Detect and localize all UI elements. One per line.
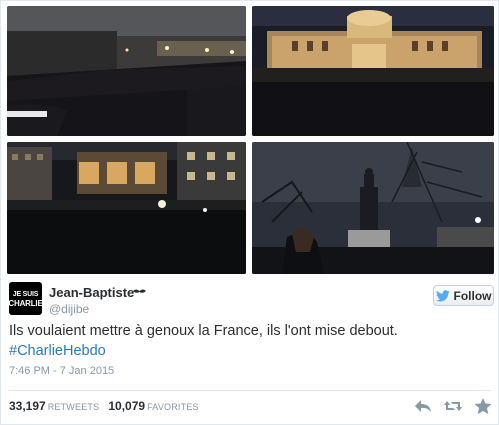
star-icon — [474, 398, 492, 414]
tweet-stats: 33,197 RETWEETS 10,079 FAVORITES — [9, 399, 199, 413]
tweet-header: JE SUIS CHARLIE Jean-Baptiste @dijibe Fo… — [8, 282, 494, 318]
twitter-bird-icon — [435, 289, 450, 301]
avatar-line-2: CHARLIE — [8, 298, 43, 308]
photo-grid — [7, 6, 494, 274]
tweet-actions — [413, 397, 493, 415]
tweet-card: JE SUIS CHARLIE Jean-Baptiste @dijibe Fo… — [0, 0, 499, 425]
photo-1-image — [7, 6, 246, 136]
photo-3[interactable] — [7, 142, 246, 274]
favorites-label: FAVORITES — [147, 402, 199, 412]
favorites-stat[interactable]: 10,079 FAVORITES — [108, 399, 198, 413]
follow-button[interactable]: Follow — [433, 285, 494, 306]
tweet-body: Ils voulaient mettre à genoux la France,… — [9, 323, 398, 339]
reply-button[interactable] — [413, 397, 433, 415]
reply-icon — [415, 400, 431, 412]
photo-4-image — [252, 142, 494, 274]
retweet-button[interactable] — [443, 397, 463, 415]
avatar-line-1: JE SUIS — [12, 290, 39, 298]
photo-4[interactable] — [252, 142, 494, 274]
avatar[interactable]: JE SUIS CHARLIE — [8, 282, 43, 315]
retweets-label: RETWEETS — [47, 402, 100, 412]
author-handle[interactable]: @dijibe — [49, 302, 89, 316]
mustache-icon — [133, 289, 146, 293]
photo-3-image — [7, 142, 246, 274]
retweet-icon — [444, 401, 462, 411]
photo-1[interactable] — [7, 6, 246, 136]
hashtag-link[interactable]: #CharlieHebdo — [9, 343, 106, 359]
favorite-button[interactable] — [473, 397, 493, 415]
favorites-count: 10,079 — [108, 399, 146, 413]
photo-2-image — [252, 6, 494, 136]
retweets-count: 33,197 — [9, 399, 46, 413]
retweets-stat[interactable]: 33,197 RETWEETS — [9, 399, 99, 413]
photo-2[interactable] — [252, 6, 494, 136]
tweet-text: Ils voulaient mettre à genoux la France,… — [9, 321, 489, 361]
author-name[interactable]: Jean-Baptiste — [49, 285, 134, 300]
divider — [9, 390, 491, 391]
follow-label: Follow — [453, 288, 492, 303]
timestamp[interactable]: 7:46 PM - 7 Jan 2015 — [9, 365, 114, 377]
